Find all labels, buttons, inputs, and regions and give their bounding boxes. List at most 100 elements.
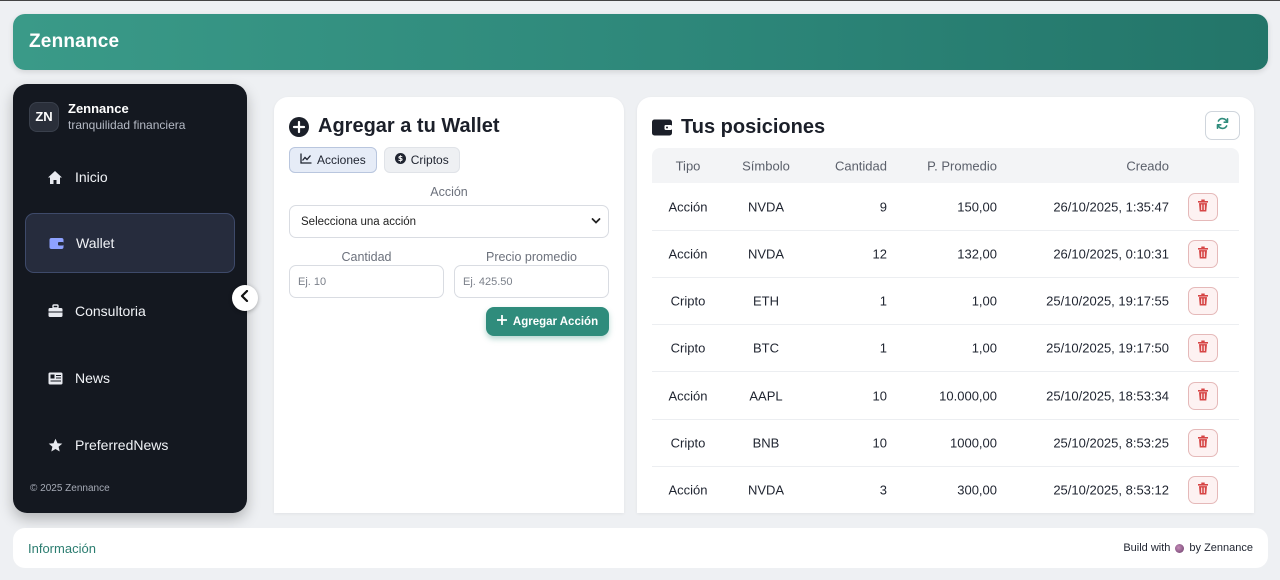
delete-button[interactable] [1188, 334, 1218, 362]
trash-icon [1198, 435, 1208, 451]
sidebar-copyright: © 2025 Zennance [30, 483, 110, 494]
cell-promedio: 132,00 [957, 246, 997, 262]
plus-circle-icon [289, 116, 309, 137]
cell-promedio: 1,00 [971, 340, 997, 356]
positions-title: Tus posiciones [652, 116, 825, 139]
sidebar-item-news[interactable]: News [25, 348, 235, 408]
trash-icon [1198, 388, 1208, 404]
sidebar: ZN Zennance tranquilidad financiera Inic… [13, 84, 247, 513]
footer: Información Build with by Zennance [13, 528, 1268, 568]
brand-title[interactable]: Zennance [29, 31, 119, 53]
accion-label: Acción [430, 185, 468, 199]
delete-button[interactable] [1188, 193, 1218, 221]
cantidad-input[interactable]: Ej. 10 [289, 265, 444, 298]
sidebar-item-wallet[interactable]: Wallet [25, 213, 235, 273]
chevron-left-icon [240, 289, 250, 307]
table-row: Acción NVDA 9 150,00 26/10/2025, 1:35:47 [652, 184, 1239, 231]
delete-button[interactable] [1188, 429, 1218, 457]
cell-simbolo: BNB [752, 435, 780, 451]
delete-button[interactable] [1188, 476, 1218, 504]
sidebar-collapse-button[interactable] [232, 285, 258, 311]
cell-promedio: 10.000,00 [939, 388, 997, 404]
table-row: Cripto ETH 1 1,00 25/10/2025, 19:17:55 [652, 278, 1239, 325]
delete-button[interactable] [1188, 382, 1218, 410]
cell-creado: 26/10/2025, 0:10:31 [1053, 246, 1169, 262]
sidebar-tagline: tranquilidad financiera [68, 118, 186, 132]
heart-icon [1175, 543, 1185, 553]
trash-icon [1198, 340, 1208, 356]
cell-tipo: Acción [668, 482, 708, 498]
home-icon [47, 169, 63, 185]
column-header-creado: Creado [1126, 158, 1169, 173]
cell-promedio: 150,00 [957, 199, 997, 215]
cell-creado: 25/10/2025, 8:53:12 [1053, 482, 1169, 498]
cell-promedio: 1000,00 [950, 435, 997, 451]
footer-info-link[interactable]: Información [28, 541, 96, 556]
trash-icon [1198, 199, 1208, 215]
refresh-button[interactable] [1205, 111, 1240, 140]
cell-creado: 25/10/2025, 19:17:50 [1046, 340, 1169, 356]
precio-label: Precio promedio [485, 250, 577, 264]
refresh-icon [1216, 117, 1229, 135]
cell-simbolo: BTC [753, 340, 779, 356]
cell-cantidad: 9 [879, 199, 887, 215]
cell-tipo: Acción [668, 388, 708, 404]
cell-simbolo: NVDA [747, 246, 785, 262]
sidebar-item-inicio[interactable]: Inicio [25, 147, 235, 207]
table-row: Cripto BTC 1 1,00 25/10/2025, 19:17:50 [652, 325, 1239, 372]
briefcase-icon [47, 303, 63, 319]
table-row: Cripto BNB 10 1000,00 25/10/2025, 8:53:2… [652, 420, 1239, 467]
cell-creado: 26/10/2025, 1:35:47 [1053, 199, 1169, 215]
top-bar: Zennance [13, 14, 1268, 70]
table-row: Acción NVDA 12 132,00 26/10/2025, 0:10:3… [652, 231, 1239, 278]
sidebar-item-consultoria[interactable]: Consultoria [25, 281, 235, 341]
cell-cantidad: 1 [879, 340, 887, 356]
sidebar-item-label: News [75, 370, 111, 386]
cell-cantidad: 10 [872, 435, 887, 451]
column-header-cantidad: Cantidad [834, 158, 887, 173]
tab-criptos[interactable]: $ Criptos [383, 147, 460, 173]
cell-tipo: Acción [668, 246, 708, 262]
delete-button[interactable] [1188, 240, 1218, 268]
tab-acciones[interactable]: Acciones [289, 147, 377, 173]
sidebar-item-preferrednews[interactable]: PreferredNews [25, 415, 235, 475]
positions-card: Tus posiciones Tipo Símbolo Cantidad P. … [637, 97, 1254, 513]
table-row: Acción AAPL 10 10.000,00 25/10/2025, 18:… [652, 373, 1239, 420]
delete-button[interactable] [1188, 287, 1218, 315]
sidebar-item-label: PreferredNews [75, 437, 169, 453]
table-row: Acción NVDA 3 300,00 25/10/2025, 8:53:12 [652, 467, 1239, 513]
sidebar-item-label: Wallet [76, 235, 115, 251]
cantidad-label: Cantidad [341, 250, 392, 264]
cell-promedio: 300,00 [957, 482, 997, 498]
cell-cantidad: 3 [879, 482, 887, 498]
cell-simbolo: NVDA [747, 482, 785, 498]
cell-simbolo: NVDA [747, 199, 785, 215]
cell-cantidad: 10 [872, 388, 887, 404]
star-icon [47, 437, 63, 453]
column-header-promedio: P. Promedio [927, 158, 997, 173]
avatar: ZN [29, 101, 59, 132]
column-header-simbolo: Símbolo [742, 158, 790, 173]
table-header: Tipo Símbolo Cantidad P. Promedio Creado [652, 148, 1239, 183]
sidebar-item-label: Consultoria [75, 303, 146, 319]
cell-promedio: 1,00 [971, 293, 997, 309]
cell-creado: 25/10/2025, 8:53:25 [1053, 435, 1169, 451]
cell-simbolo: ETH [753, 293, 779, 309]
trash-icon [1198, 246, 1208, 262]
sidebar-item-label: Inicio [75, 169, 108, 185]
chevron-down-icon [591, 216, 601, 228]
cell-tipo: Cripto [670, 435, 706, 451]
cell-creado: 25/10/2025, 18:53:34 [1046, 388, 1169, 404]
agregar-accion-button[interactable]: Agregar Acción [486, 307, 609, 336]
accion-select[interactable]: Selecciona una acción [289, 205, 609, 238]
add-to-wallet-card: Agregar a tu Wallet Acciones $ Criptos A… [274, 97, 624, 513]
sidebar-app-name: Zennance [68, 101, 129, 116]
cell-tipo: Acción [668, 199, 708, 215]
wallet-icon [48, 235, 64, 251]
add-form-title: Agregar a tu Wallet [289, 115, 500, 138]
precio-input[interactable]: Ej. 425.50 [454, 265, 609, 298]
svg-text:$: $ [398, 154, 403, 163]
cell-cantidad: 12 [872, 246, 887, 262]
chart-line-icon [300, 153, 312, 167]
plus-icon [496, 314, 508, 328]
